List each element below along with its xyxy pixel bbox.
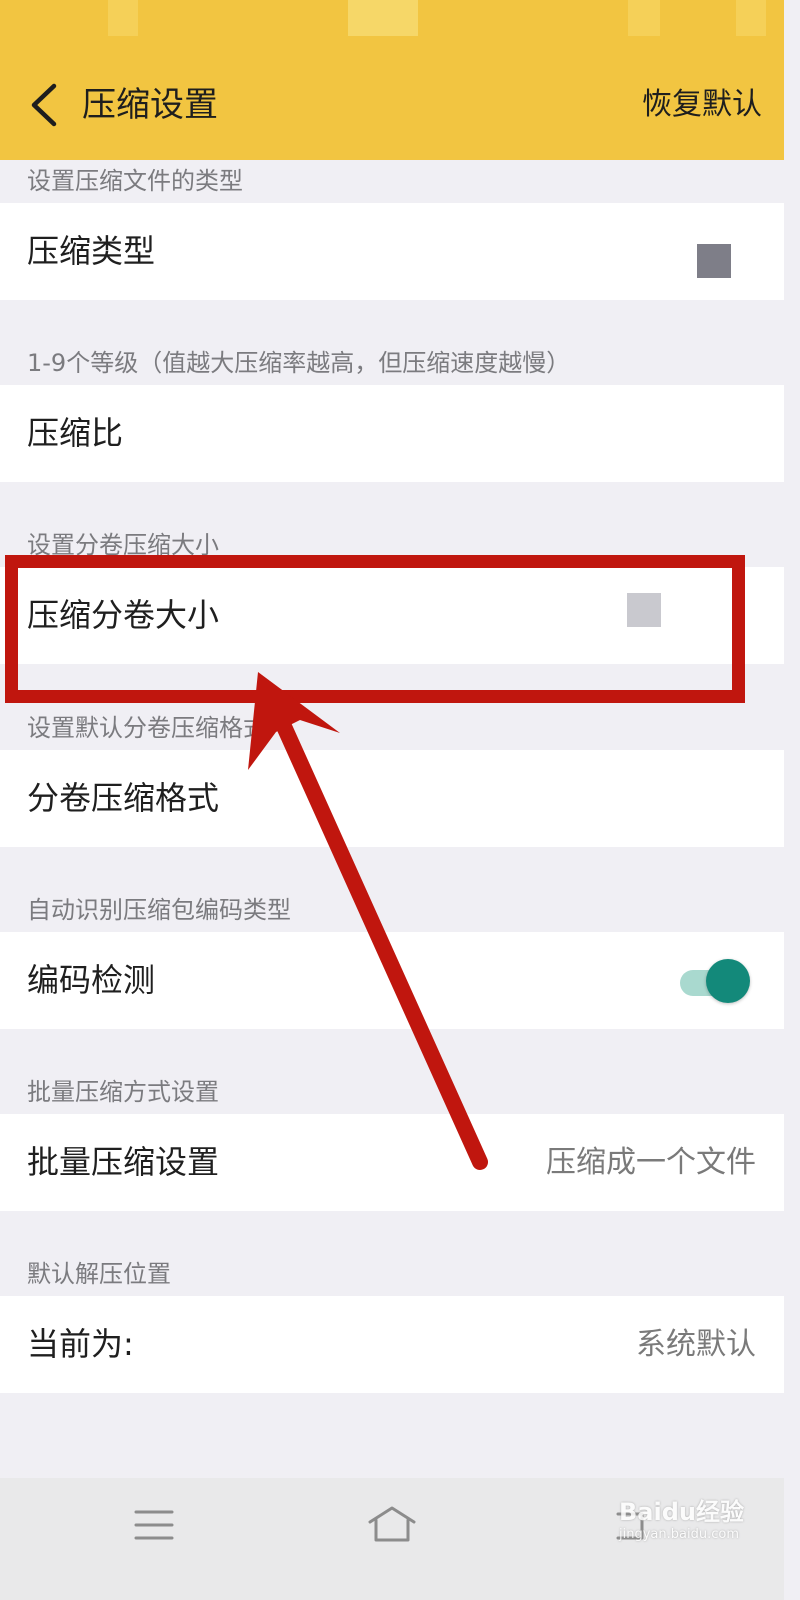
settings-row-compression-ratio[interactable]: 压缩比 [0,385,784,482]
chevron-left-icon [31,83,57,127]
row-label: 分卷压缩格式 [27,779,220,817]
blurred-value [697,244,731,278]
restore-default-button[interactable]: 恢复默认 [642,84,762,126]
section-header: 默认解压位置 [27,1260,171,1288]
back-button[interactable] [26,80,66,130]
blurred-value [627,593,661,627]
section-header: 1-9个等级（值越大压缩率越高，但压缩速度越慢） [27,349,571,377]
watermark-sub: jingyan.baidu.com [619,1527,739,1542]
status-blur [628,0,660,36]
encoding-detect-toggle[interactable] [680,958,750,1004]
row-label: 批量压缩设置 [27,1143,220,1181]
settings-row-encoding-detect: 编码检测 [0,932,784,1029]
home-button[interactable] [362,1500,422,1550]
section-header: 设置压缩文件的类型 [27,167,243,195]
settings-row-extract-location[interactable]: 当前为: 系统默认 [0,1296,784,1393]
settings-row-batch-compress[interactable]: 批量压缩设置 压缩成一个文件 [0,1114,784,1211]
row-label: 编码检测 [27,961,156,999]
row-label: 压缩分卷大小 [27,596,220,634]
status-blur [108,0,138,36]
row-value: 系统默认 [636,1327,756,1362]
settings-row-volume-size[interactable]: 压缩分卷大小 [0,567,784,664]
menu-icon [134,1510,174,1540]
section-header: 自动识别压缩包编码类型 [27,896,291,924]
app-bar: 压缩设置 恢复默认 [0,50,784,160]
menu-button[interactable] [124,1500,184,1550]
section-header: 设置分卷压缩大小 [27,531,219,559]
row-label: 当前为: [27,1325,134,1363]
section-header: 批量压缩方式设置 [27,1078,219,1106]
status-blur [348,0,418,36]
status-bar [0,0,784,50]
section-header: 设置默认分卷压缩格式 [27,714,267,742]
row-value: 压缩成一个文件 [546,1145,756,1180]
settings-row-compression-type[interactable]: 压缩类型 [0,203,784,300]
home-icon [368,1506,416,1542]
page-title: 压缩设置 [82,85,218,125]
baidu-watermark: Baidu经验 jingyan.baidu.com [619,1492,744,1542]
watermark-main: Baidu经验 [619,1498,744,1526]
row-label: 压缩类型 [27,232,156,270]
toggle-knob [706,959,750,1003]
status-blur [736,0,766,36]
row-label: 压缩比 [27,414,124,452]
settings-row-volume-format[interactable]: 分卷压缩格式 [0,750,784,847]
